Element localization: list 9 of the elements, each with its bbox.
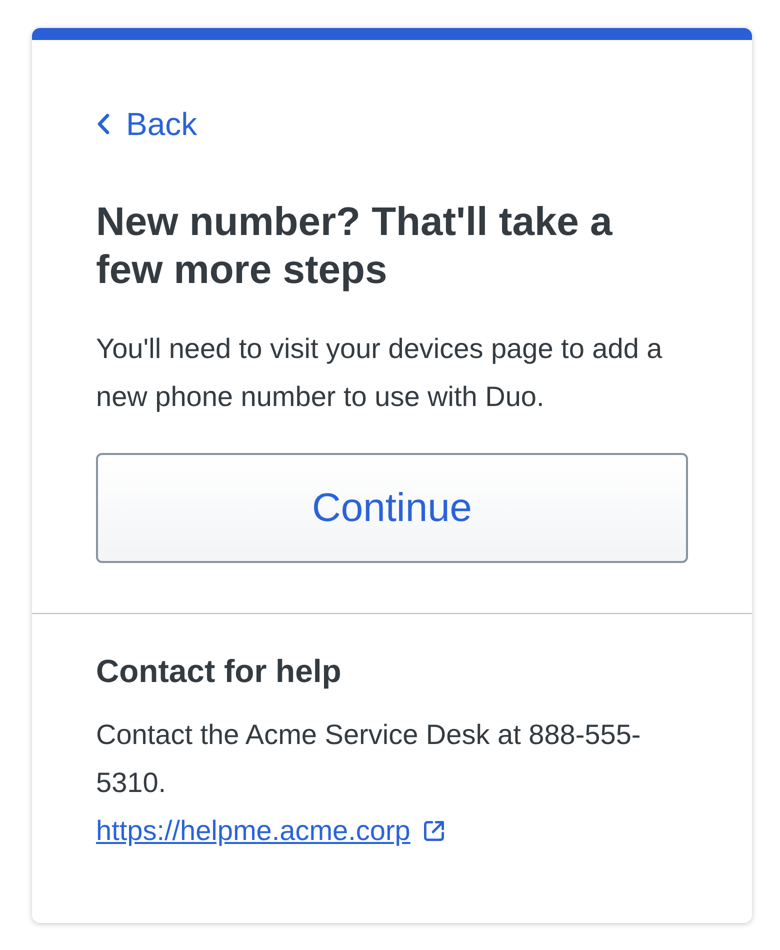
page-heading: New number? That'll take a few more steps: [96, 199, 614, 294]
help-heading: Contact for help: [96, 652, 342, 691]
continue-button[interactable]: Continue: [96, 453, 688, 563]
help-text: Contact the Acme Service Desk at 888-555-5310.: [96, 718, 642, 800]
help-link[interactable]: https://helpme.acme.corp: [96, 813, 410, 849]
description-text: You'll need to visit your devices page to add a new phone number to use with Duo.: [96, 332, 664, 414]
back-link[interactable]: Back: [96, 104, 198, 144]
external-link-icon: [422, 819, 446, 843]
chevron-left-icon: [96, 113, 110, 135]
